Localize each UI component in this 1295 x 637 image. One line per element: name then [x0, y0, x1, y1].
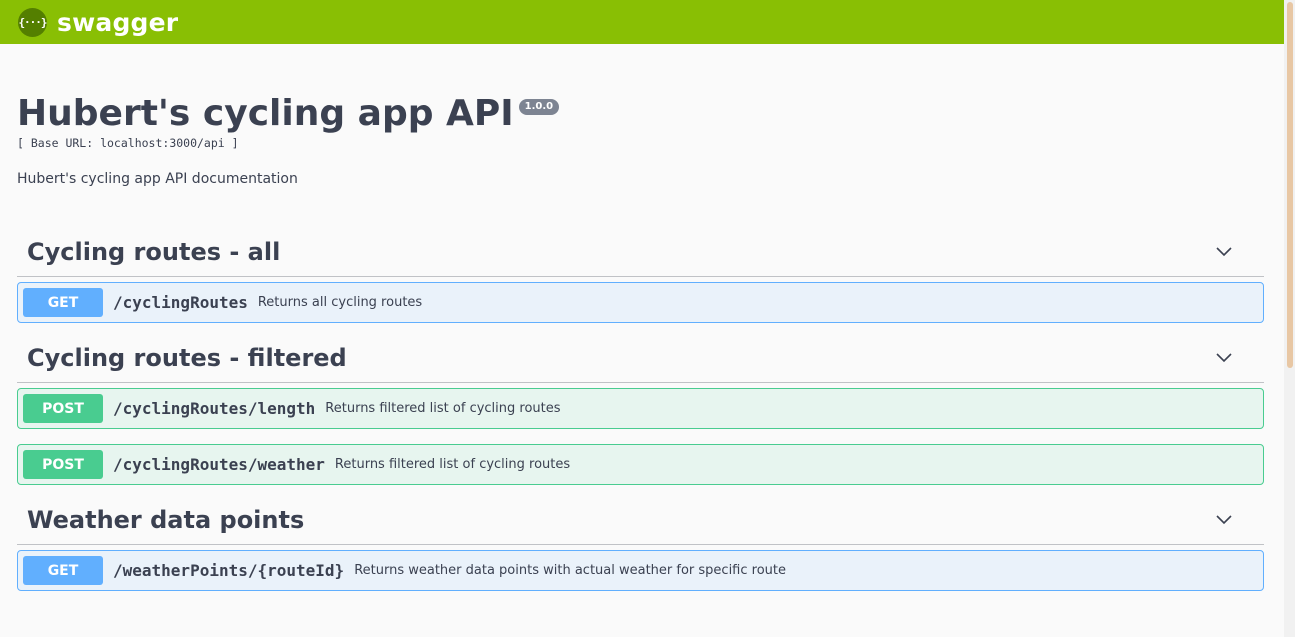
page: {···} swagger Hubert's cycling app API 1… — [0, 0, 1284, 637]
tag-title: Cycling routes - filtered — [27, 343, 347, 372]
operation-path: /weatherPoints/{routeId} — [113, 561, 345, 580]
operation-summary: Returns all cycling routes — [257, 295, 423, 310]
tag-title: Weather data points — [27, 505, 305, 534]
base-url: [ Base URL: localhost:3000/api ] — [17, 136, 239, 150]
operation-post-cycling-routes-length[interactable]: POST /cyclingRoutes/length Returns filte… — [17, 388, 1264, 429]
tag-header[interactable]: Weather data points — [17, 495, 1264, 545]
title-row: Hubert's cycling app API 1.0.0 — [17, 94, 1284, 134]
brand-name[interactable]: swagger — [57, 8, 178, 37]
api-info: Hubert's cycling app API 1.0.0 [ Base UR… — [0, 44, 1284, 187]
chevron-down-icon[interactable] — [1214, 348, 1234, 368]
method-badge: POST — [23, 450, 103, 479]
api-description: Hubert's cycling app API documentation — [17, 171, 298, 187]
chevron-down-icon[interactable] — [1214, 510, 1234, 530]
tag-header[interactable]: Cycling routes - filtered — [17, 333, 1264, 383]
tag-section-cycling-routes-filtered: Cycling routes - filtered POST /cyclingR… — [17, 333, 1264, 485]
method-badge: POST — [23, 394, 103, 423]
page-title: Hubert's cycling app API — [17, 93, 514, 134]
operations-list: Cycling routes - all GET /cyclingRoutes … — [0, 187, 1284, 591]
operation-get-cycling-routes[interactable]: GET /cyclingRoutes Returns all cycling r… — [17, 282, 1264, 323]
operation-get-weather-points[interactable]: GET /weatherPoints/{routeId} Returns wea… — [17, 550, 1264, 591]
operation-path: /cyclingRoutes — [113, 293, 248, 312]
method-badge: GET — [23, 288, 103, 317]
method-badge: GET — [23, 556, 103, 585]
tag-title: Cycling routes - all — [27, 237, 281, 266]
topbar: {···} swagger — [0, 0, 1284, 44]
operation-path: /cyclingRoutes/length — [113, 399, 316, 418]
vertical-scrollbar[interactable] — [1284, 0, 1295, 637]
version-badge: 1.0.0 — [518, 99, 560, 115]
operation-path: /cyclingRoutes/weather — [113, 455, 325, 474]
swagger-logo-icon[interactable]: {···} — [18, 7, 48, 37]
operation-post-cycling-routes-weather[interactable]: POST /cyclingRoutes/weather Returns filt… — [17, 444, 1264, 485]
chevron-down-icon[interactable] — [1214, 242, 1234, 262]
tag-section-weather-data-points: Weather data points GET /weatherPoints/{… — [17, 495, 1264, 591]
tag-section-cycling-routes-all: Cycling routes - all GET /cyclingRoutes … — [17, 227, 1264, 323]
operation-summary: Returns weather data points with actual … — [354, 563, 786, 578]
operation-summary: Returns filtered list of cycling routes — [334, 457, 571, 472]
operation-summary: Returns filtered list of cycling routes — [325, 401, 561, 416]
scrollbar-thumb[interactable] — [1287, 2, 1293, 368]
tag-header[interactable]: Cycling routes - all — [17, 227, 1264, 277]
